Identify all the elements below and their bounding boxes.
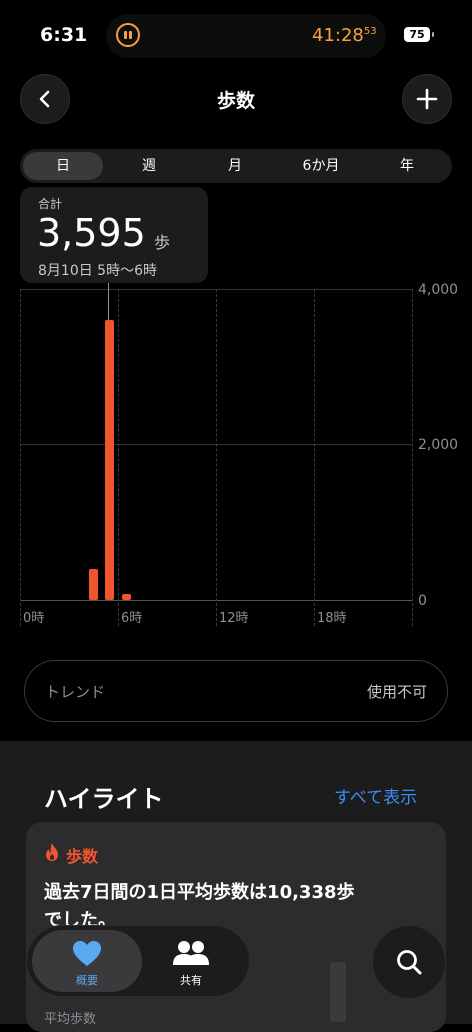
- grid-vline-0: [20, 289, 21, 626]
- tab-summary[interactable]: 概要: [32, 930, 142, 992]
- selection-summary-callout: 合計 3,595 歩 8月10日 5時〜6時: [20, 187, 208, 283]
- highlight-footer-label: 平均歩数: [44, 1012, 97, 1027]
- summary-unit: 歩: [154, 233, 171, 252]
- trend-status: 使用不可: [366, 683, 427, 701]
- bar-hour-4[interactable]: [88, 568, 99, 600]
- battery-indicator: 75: [404, 27, 434, 42]
- people-icon: [173, 941, 209, 965]
- highlights-title: ハイライト: [44, 785, 164, 813]
- y-tick-label: 2,000: [418, 437, 459, 453]
- plus-icon: [416, 88, 438, 110]
- time-range-segmented-control: 日 週 月 6か月 年: [20, 149, 452, 183]
- summary-value: 3,595: [37, 211, 146, 255]
- pause-icon[interactable]: [116, 23, 140, 47]
- grid-vline-24: [412, 289, 413, 626]
- segment-day[interactable]: 日: [23, 149, 103, 183]
- search-button[interactable]: [372, 925, 446, 999]
- workout-timer: 41:2853: [312, 25, 377, 46]
- heart-icon: [73, 941, 101, 966]
- step-bar-chart[interactable]: 4,000 2,000 0 0時 6時 12時 18時: [0, 282, 472, 628]
- tab-sharing-label: 共有: [180, 974, 202, 987]
- highlight-category: 歩数: [66, 847, 99, 866]
- tab-summary-label: 概要: [76, 974, 98, 987]
- selection-connector-line: [108, 283, 109, 321]
- x-tick-label: 0時: [23, 611, 45, 626]
- bar-hour-5[interactable]: [105, 320, 115, 600]
- highlight-mini-bar: [330, 962, 346, 1022]
- trend-label: トレンド: [45, 683, 106, 701]
- add-data-button[interactable]: [402, 74, 452, 124]
- segment-year[interactable]: 年: [367, 149, 447, 183]
- segment-6months[interactable]: 6か月: [281, 149, 361, 183]
- bar-hour-6[interactable]: [121, 593, 131, 600]
- segment-week[interactable]: 週: [109, 149, 189, 183]
- grid-vline-18: [314, 289, 315, 626]
- search-icon: [397, 950, 422, 975]
- x-tick-label: 18時: [317, 611, 347, 626]
- tab-sharing[interactable]: 共有: [142, 930, 240, 992]
- x-tick-label: 6時: [121, 611, 143, 626]
- y-tick-label: 0: [418, 593, 427, 609]
- summary-range: 8月10日 5時〜6時: [38, 263, 157, 279]
- summary-label: 合計: [38, 197, 63, 211]
- segment-month[interactable]: 月: [195, 149, 275, 183]
- status-time: 6:31: [40, 24, 88, 46]
- x-tick-label: 12時: [219, 611, 249, 626]
- grid-vline-12: [216, 289, 217, 626]
- highlight-text-line1: 過去7日間の1日平均歩数は10,338歩: [44, 882, 355, 903]
- grid-vline-6: [118, 289, 119, 626]
- trend-row[interactable]: トレンド 使用不可: [24, 660, 448, 722]
- y-tick-label: 4,000: [418, 282, 459, 298]
- show-all-link[interactable]: すべて表示: [334, 783, 417, 808]
- flame-icon: [46, 843, 58, 861]
